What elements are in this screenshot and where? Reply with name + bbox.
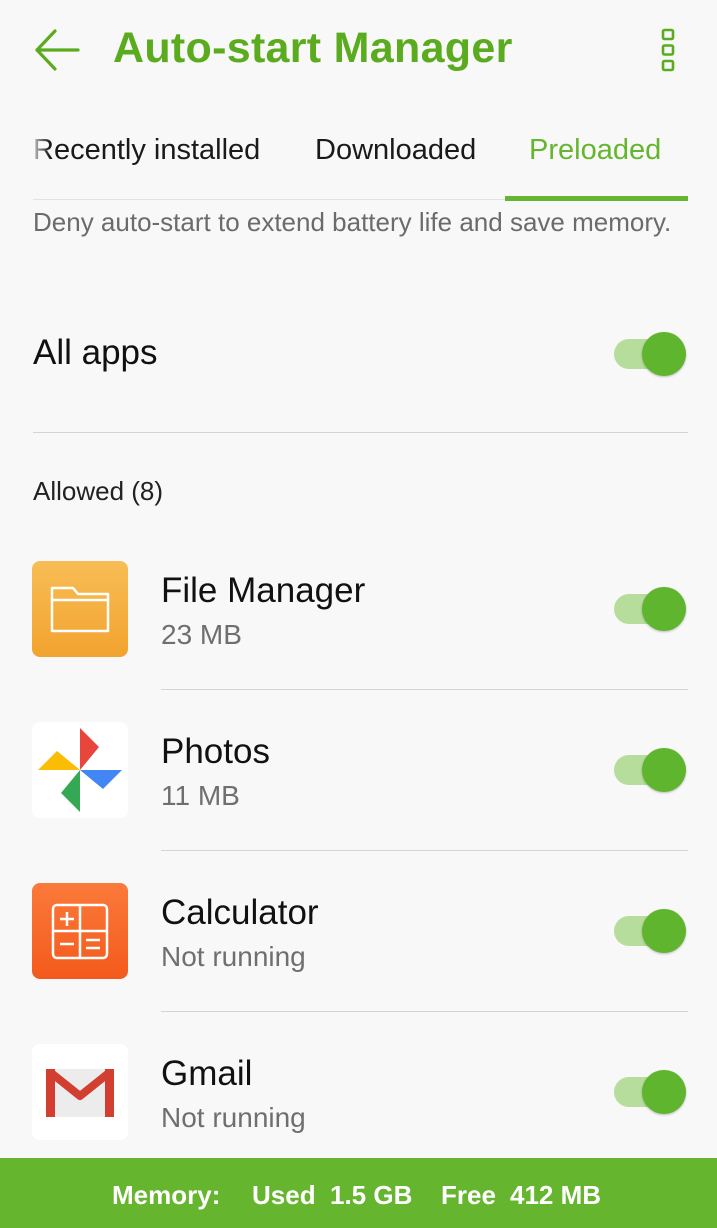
memory-status-bar: Memory: Used 1.5 GB Free 412 MB (0, 1158, 717, 1228)
tab-bar: Recently installed Downloaded Preloaded (0, 112, 717, 202)
toggle-thumb (642, 1070, 686, 1114)
memory-used-label: Used (252, 1180, 316, 1210)
all-apps-label: All apps (33, 333, 158, 372)
toggle-thumb (642, 748, 686, 792)
more-vert-icon (661, 28, 675, 72)
allowed-section-header: Allowed (8) (33, 476, 164, 506)
all-apps-toggle[interactable] (614, 332, 686, 376)
app-name: Photos (161, 732, 270, 771)
description-text: Deny auto-start to extend battery life a… (33, 207, 672, 237)
overflow-menu-button[interactable] (652, 26, 684, 74)
app-detail: 11 MB (161, 780, 240, 811)
divider (161, 850, 688, 851)
app-name: Gmail (161, 1054, 253, 1093)
file-manager-icon (32, 561, 128, 657)
app-toggle[interactable] (614, 748, 686, 792)
memory-used-value: 1.5 GB (330, 1180, 413, 1210)
toggle-thumb (642, 587, 686, 631)
app-toggle[interactable] (614, 909, 686, 953)
divider (161, 1011, 688, 1012)
gmail-icon (32, 1044, 128, 1140)
memory-free-value: 412 MB (510, 1180, 602, 1210)
divider (161, 689, 688, 690)
photos-icon (32, 722, 128, 818)
app-detail: Not running (161, 941, 306, 972)
tab-downloaded[interactable]: Downloaded (315, 134, 476, 167)
page-title: Auto-start Manager (113, 24, 513, 72)
app-detail: Not running (161, 1102, 306, 1133)
calculator-icon (32, 883, 128, 979)
memory-free-label: Free (441, 1180, 496, 1210)
app-toggle[interactable] (614, 1070, 686, 1114)
app-bar: Auto-start Manager (0, 0, 717, 100)
back-button[interactable] (28, 22, 84, 78)
toggle-thumb (642, 909, 686, 953)
tab-divider (33, 199, 505, 200)
arrow-left-icon (35, 29, 80, 71)
selected-tab-indicator (505, 196, 688, 201)
toggle-thumb (642, 332, 686, 376)
tab-preloaded[interactable]: Preloaded (529, 134, 661, 167)
app-name: File Manager (161, 571, 366, 610)
tab-scroll-fade (30, 132, 50, 172)
app-name: Calculator (161, 893, 319, 932)
tab-recently-installed[interactable]: Recently installed (33, 134, 260, 167)
divider (33, 432, 688, 433)
memory-label: Memory: (112, 1180, 221, 1210)
app-detail: 23 MB (161, 619, 242, 650)
app-toggle[interactable] (614, 587, 686, 631)
